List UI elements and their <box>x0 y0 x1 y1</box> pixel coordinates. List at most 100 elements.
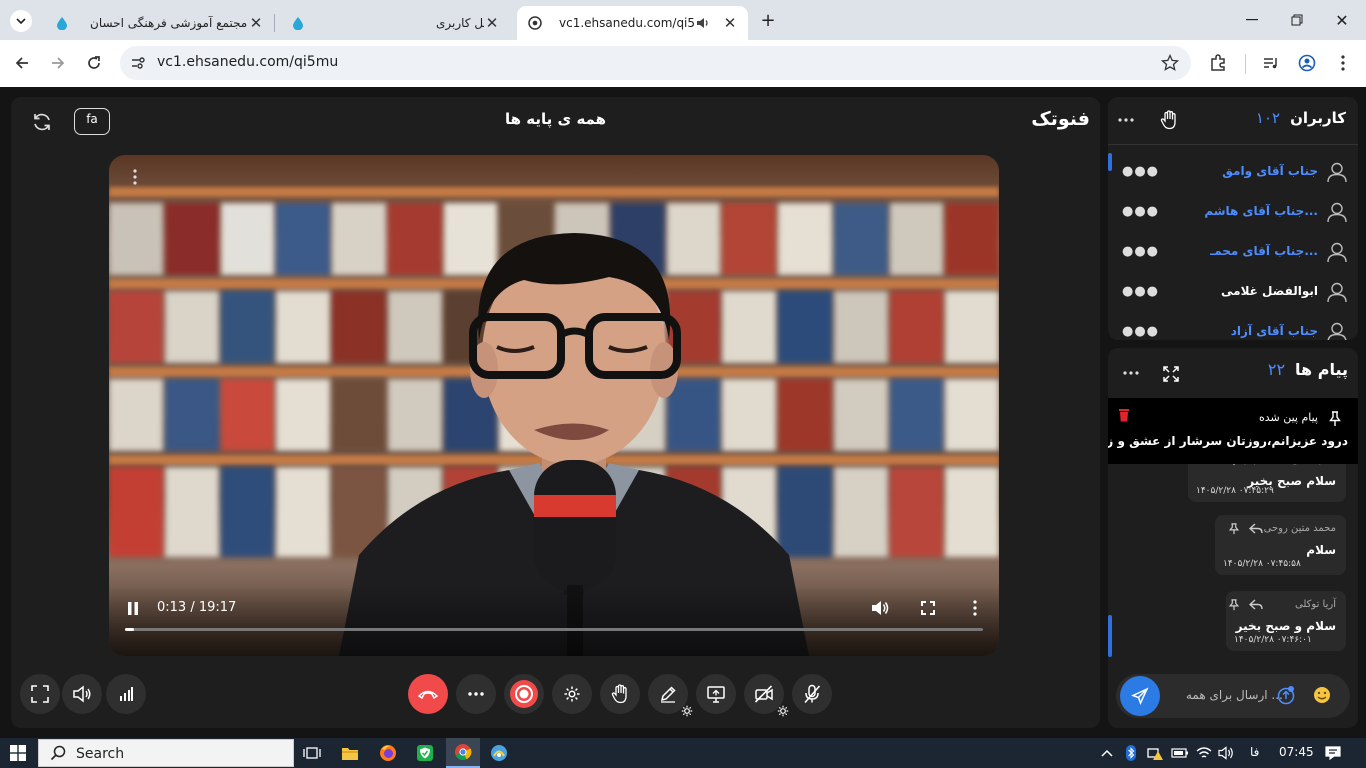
raised-hands-button[interactable] <box>1160 110 1178 130</box>
reply-icon[interactable] <box>1249 523 1263 535</box>
user-menu-button[interactable]: ●●● <box>1122 284 1159 299</box>
send-button[interactable] <box>1120 676 1160 716</box>
pencil-icon <box>660 686 676 703</box>
message-sender: آریا توکلی <box>1295 599 1336 610</box>
volume-tray-icon[interactable] <box>1216 743 1236 763</box>
emoji-button[interactable] <box>1313 686 1331 704</box>
drop-favicon-icon <box>54 15 70 31</box>
task-view-icon <box>303 747 321 759</box>
gear-icon[interactable] <box>776 704 790 718</box>
close-window-button[interactable]: ✕ <box>1330 8 1354 32</box>
expand-chat-button[interactable] <box>1162 365 1180 383</box>
user-name: جناب آقای آزاد <box>1230 324 1318 338</box>
bluetooth-icon[interactable] <box>1121 743 1141 763</box>
profile-button[interactable] <box>1294 50 1320 76</box>
forward-button[interactable] <box>45 50 71 76</box>
back-button[interactable] <box>9 50 35 76</box>
user-menu-button[interactable]: ●●● <box>1122 204 1159 219</box>
chat-message[interactable]: محمد متین روحی سلام ۱۴۰۵/۲/۲۸ ۰۷:۴۵:۵۸ <box>1215 515 1346 575</box>
screen-share-button[interactable] <box>696 674 736 714</box>
connection-quality-button[interactable] <box>106 674 146 714</box>
trash-icon[interactable] <box>1118 408 1130 422</box>
video-menu-button[interactable] <box>973 600 977 616</box>
close-tab-icon[interactable]: ✕ <box>248 14 264 32</box>
minimize-button[interactable] <box>1240 8 1264 32</box>
camera-off-button[interactable] <box>744 674 789 717</box>
media-control-button[interactable] <box>1258 50 1284 76</box>
start-button[interactable] <box>8 743 28 763</box>
user-row[interactable]: ●●● جناب آقای آزاد <box>1108 312 1358 340</box>
volume-button[interactable] <box>871 600 889 616</box>
user-menu-button[interactable]: ●●● <box>1122 164 1159 179</box>
fullscreen-video-button[interactable] <box>921 601 935 615</box>
user-menu-button[interactable]: ●●● <box>1122 324 1159 339</box>
pin-icon[interactable] <box>1228 599 1240 611</box>
site-settings-icon[interactable] <box>130 55 146 71</box>
user-avatar-icon <box>1326 241 1348 263</box>
tab-search-button[interactable] <box>10 10 32 32</box>
close-tab-icon[interactable]: ✕ <box>484 14 500 32</box>
user-row[interactable]: ●●● جناب آقای هاشم... <box>1108 192 1358 232</box>
user-row[interactable]: ●●● جناب آقای وامق <box>1108 152 1358 192</box>
users-menu-button[interactable] <box>1118 118 1134 122</box>
notifications-icon[interactable] <box>1323 743 1343 763</box>
firefox-button[interactable] <box>378 743 398 763</box>
more-horizontal-icon <box>1123 371 1139 375</box>
expand-icon <box>1163 366 1179 382</box>
video-options-button[interactable] <box>133 169 137 185</box>
settings-button[interactable] <box>552 674 592 714</box>
close-tab-icon[interactable]: ✕ <box>722 14 738 32</box>
user-menu-button[interactable]: ●●● <box>1122 244 1159 259</box>
record-button[interactable] <box>504 674 544 714</box>
user-name: ابوالفضل غلامی <box>1221 284 1318 298</box>
user-avatar-icon <box>1326 281 1348 303</box>
pin-icon[interactable] <box>1228 523 1240 535</box>
file-explorer-button[interactable] <box>340 743 360 763</box>
address-bar[interactable]: vc1.ehsanedu.com/qi5mu <box>120 46 1191 80</box>
app-button[interactable] <box>489 743 509 763</box>
tab-ehsan[interactable]: مجتمع آموزشی فرهنگی احسان ✕ <box>44 6 274 40</box>
input-language[interactable]: فا <box>1250 745 1259 759</box>
language-button[interactable]: fa <box>74 108 110 135</box>
user-row[interactable]: ●●● جناب آقای محمـ... <box>1108 232 1358 272</box>
security-app-button[interactable] <box>415 743 435 763</box>
raise-hand-button[interactable] <box>600 674 640 714</box>
chrome-taskbar-active[interactable] <box>446 738 480 768</box>
fullscreen-button[interactable] <box>20 674 60 714</box>
pause-button[interactable] <box>127 602 139 615</box>
reload-button[interactable] <box>81 50 107 76</box>
user-name: جناب آقای وامق <box>1222 164 1318 178</box>
new-tab-button[interactable]: + <box>756 8 780 32</box>
video-progress-bar[interactable] <box>125 628 983 631</box>
tab-panel[interactable]: پنل کاربری ✕ <box>280 6 510 40</box>
speaker-button[interactable] <box>62 674 102 714</box>
tab-active-classroom[interactable]: vc1.ehsanedu.com/qi5mu ✕ <box>517 6 748 40</box>
restore-button[interactable] <box>1285 8 1309 32</box>
gear-icon[interactable] <box>680 704 694 718</box>
star-bookmark-icon[interactable] <box>1161 54 1179 72</box>
video-player[interactable]: 0:13 / 19:17 <box>109 155 999 656</box>
music-queue-icon <box>1264 58 1277 69</box>
tray-chevron-up-icon[interactable] <box>1097 743 1117 763</box>
browser-menu-button[interactable] <box>1330 50 1356 76</box>
chat-message[interactable]: آریا توکلی سلام و صبح بخیر ۱۴۰۵/۲/۲۸ ۰۷:۴۶… <box>1226 591 1346 651</box>
extensions-button[interactable] <box>1205 50 1231 76</box>
user-row[interactable]: ●●● ابوالفضل غلامی <box>1108 272 1358 312</box>
chat-scroll-indicator[interactable] <box>1108 615 1112 657</box>
battery-icon[interactable] <box>1170 743 1190 763</box>
chat-input[interactable]: ارسال برای همه ... <box>1116 674 1350 718</box>
wifi-icon[interactable] <box>1194 743 1214 763</box>
task-view-button[interactable] <box>302 743 322 763</box>
reply-icon[interactable] <box>1249 599 1263 611</box>
microphone-off-button[interactable] <box>792 674 832 714</box>
taskbar-search[interactable]: Search <box>38 739 294 767</box>
refresh-button[interactable] <box>31 111 53 133</box>
chat-menu-button[interactable] <box>1123 371 1139 375</box>
more-options-button[interactable] <box>456 674 496 714</box>
whiteboard-button[interactable] <box>648 674 693 717</box>
warning-network-icon[interactable] <box>1145 743 1165 763</box>
chat-header: پیام ها ۲۲ <box>1268 360 1348 379</box>
attach-file-button[interactable] <box>1276 685 1296 705</box>
clock[interactable]: 07:45 <box>1279 745 1314 759</box>
leave-call-button[interactable] <box>408 674 448 714</box>
